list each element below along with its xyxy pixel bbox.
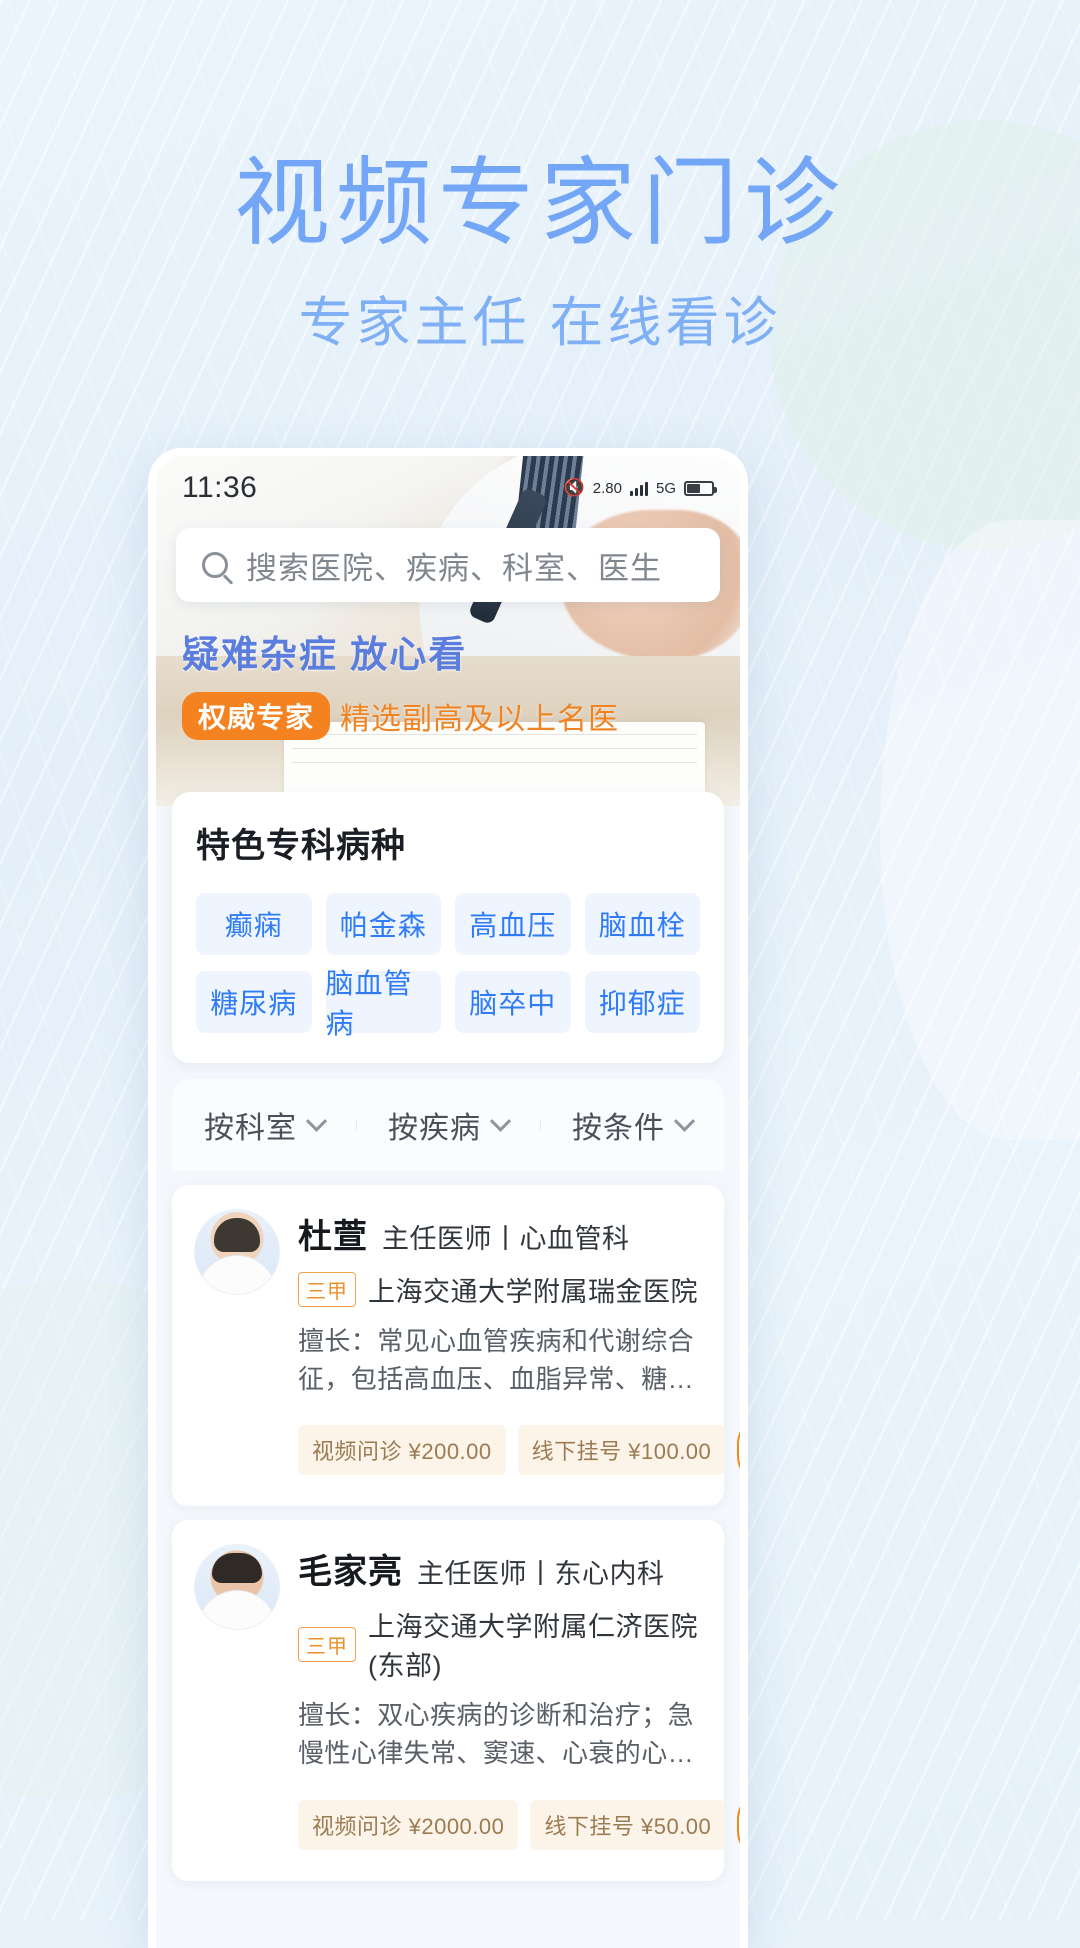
specialty-tag[interactable]: 高血压 (455, 893, 571, 955)
filter-condition[interactable]: 按条件 (540, 1103, 724, 1147)
specialty-tag[interactable]: 脑血栓 (584, 893, 700, 955)
chevron-down-icon (673, 1110, 696, 1132)
hero-section: 视频专家门诊 专家主任 在线看诊 (0, 150, 1080, 357)
page-subtitle: 专家主任 在线看诊 (298, 292, 782, 353)
banner-headline: 疑难杂症 放心看 (182, 634, 468, 675)
doctor-info: 杜萱 主任医师丨心血管科 三甲 上海交通大学附属瑞金医院 擅长：常见心血管疾病和… (298, 1209, 740, 1485)
status-icons: 🔇 2.80 5G (563, 478, 717, 498)
specialty-tag[interactable]: 抑郁症 (584, 971, 700, 1033)
offline-register-price: 线下挂号 ¥50.00 (530, 1799, 726, 1850)
doctor-card[interactable]: 毛家亮 主任医师丨东心内科 三甲 上海交通大学附属仁济医院(东部) 擅长：双心疾… (172, 1520, 740, 1881)
doctor-title: 主任医师丨心血管科 (382, 1224, 630, 1254)
video-consult-price: 视频问诊 ¥200.00 (298, 1425, 506, 1476)
search-placeholder: 搜索医院、疾病、科室、医生 (246, 550, 662, 586)
status-bar: 11:36 🔇 2.80 5G (156, 456, 740, 520)
offline-register-price: 线下挂号 ¥100.00 (517, 1425, 726, 1476)
search-icon (202, 552, 228, 578)
doctor-expertise: 擅长：常见心血管疾病和代谢综合征，包括高血压、血脂异常、糖尿病，冠心病、心律失.… (298, 1326, 695, 1394)
book-button[interactable]: 预约 (737, 1416, 740, 1485)
specialty-title: 特色专科病种 (196, 827, 406, 865)
data-rate-label: 2.80 (592, 479, 622, 497)
filter-department-label: 按科室 (204, 1112, 297, 1145)
doctor-header: 毛家亮 主任医师丨东心内科 (298, 1544, 702, 1593)
doctor-title: 主任医师丨东心内科 (417, 1559, 665, 1590)
battery-icon (684, 480, 717, 496)
hero-banner-image: 11:36 🔇 2.80 5G 搜索医院、疾病、科室、医生 疑难杂症 放心看 权… (156, 456, 740, 806)
filter-condition-label: 按条件 (572, 1112, 665, 1145)
banner-pill-badge: 权威专家 (182, 692, 331, 740)
specialty-tag[interactable]: 脑卒中 (455, 971, 571, 1033)
banner-subline: 权威专家 精选副高及以上名医 (182, 692, 619, 740)
filter-department[interactable]: 按科室 (172, 1103, 356, 1147)
specialty-tag[interactable]: 糖尿病 (196, 971, 312, 1033)
phone-mockup: 11:36 🔇 2.80 5G 搜索医院、疾病、科室、医生 疑难杂症 放心看 权… (148, 448, 748, 1948)
book-button[interactable]: 预约 (737, 1790, 740, 1859)
chevron-down-icon (305, 1110, 328, 1132)
specialty-card: 特色专科病种 癫痫 帕金森 高血压 脑血栓 糖尿病 脑血管病 脑卒中 抑郁症 (172, 792, 724, 1063)
mute-icon: 🔇 (563, 478, 585, 497)
specialty-tag[interactable]: 癫痫 (196, 893, 312, 955)
specialty-tag[interactable]: 脑血管病 (325, 968, 441, 1039)
banner-note: 精选副高及以上名医 (340, 703, 620, 736)
search-input[interactable]: 搜索医院、疾病、科室、医生 (176, 528, 720, 602)
avatar (194, 1544, 280, 1631)
doctor-info: 毛家亮 主任医师丨东心内科 三甲 上海交通大学附属仁济医院(东部) 擅长：双心疾… (298, 1544, 740, 1859)
filter-bar: 按科室 按疾病 按条件 (172, 1079, 724, 1171)
doctor-name: 毛家亮 (298, 1553, 403, 1592)
specialty-tag[interactable]: 帕金森 (325, 893, 441, 955)
banner-caption: 疑难杂症 放心看 权威专家 精选副高及以上名医 (182, 624, 619, 740)
doctor-list: 杜萱 主任医师丨心血管科 三甲 上海交通大学附属瑞金医院 擅长：常见心血管疾病和… (172, 1185, 740, 1881)
status-time: 11:36 (182, 471, 258, 504)
doctor-header: 杜萱 主任医师丨心血管科 (298, 1209, 702, 1258)
doctor-hospital-row: 三甲 上海交通大学附属仁济医院(东部) (298, 1605, 702, 1683)
doctor-name: 杜萱 (298, 1218, 368, 1256)
doctor-card[interactable]: 杜萱 主任医师丨心血管科 三甲 上海交通大学附属瑞金医院 擅长：常见心血管疾病和… (172, 1185, 740, 1507)
avatar (194, 1209, 280, 1295)
network-type-label: 5G (655, 479, 676, 497)
status-badge: 三甲 (298, 1272, 356, 1307)
doctor-hospital: 上海交通大学附属瑞金医院 (368, 1277, 698, 1307)
page-title: 视频专家门诊 (234, 150, 846, 257)
doctor-footer: 视频问诊 ¥2000.00 线下挂号 ¥50.00 预约 (298, 1790, 740, 1859)
doctor-hospital-row: 三甲 上海交通大学附属瑞金医院 (298, 1270, 702, 1309)
chevron-down-icon (489, 1110, 512, 1132)
doctor-expertise: 擅长：双心疾病的诊断和治疗；急慢性心律失常、窦速、心衰的心脏起搏器治疗，心脏神.… (298, 1700, 695, 1769)
phone-screen: 11:36 🔇 2.80 5G 搜索医院、疾病、科室、医生 疑难杂症 放心看 权… (156, 456, 740, 1948)
filter-disease-label: 按疾病 (388, 1112, 481, 1145)
video-consult-price: 视频问诊 ¥2000.00 (298, 1799, 519, 1850)
status-badge: 三甲 (298, 1626, 356, 1662)
signal-icon (629, 481, 648, 496)
filter-disease[interactable]: 按疾病 (356, 1103, 540, 1147)
doctor-hospital: 上海交通大学附属仁济医院(东部) (368, 1612, 698, 1682)
specialty-tag-grid: 癫痫 帕金森 高血压 脑血栓 糖尿病 脑血管病 脑卒中 抑郁症 (196, 893, 700, 1039)
doctor-footer: 视频问诊 ¥200.00 线下挂号 ¥100.00 预约 (298, 1416, 740, 1485)
